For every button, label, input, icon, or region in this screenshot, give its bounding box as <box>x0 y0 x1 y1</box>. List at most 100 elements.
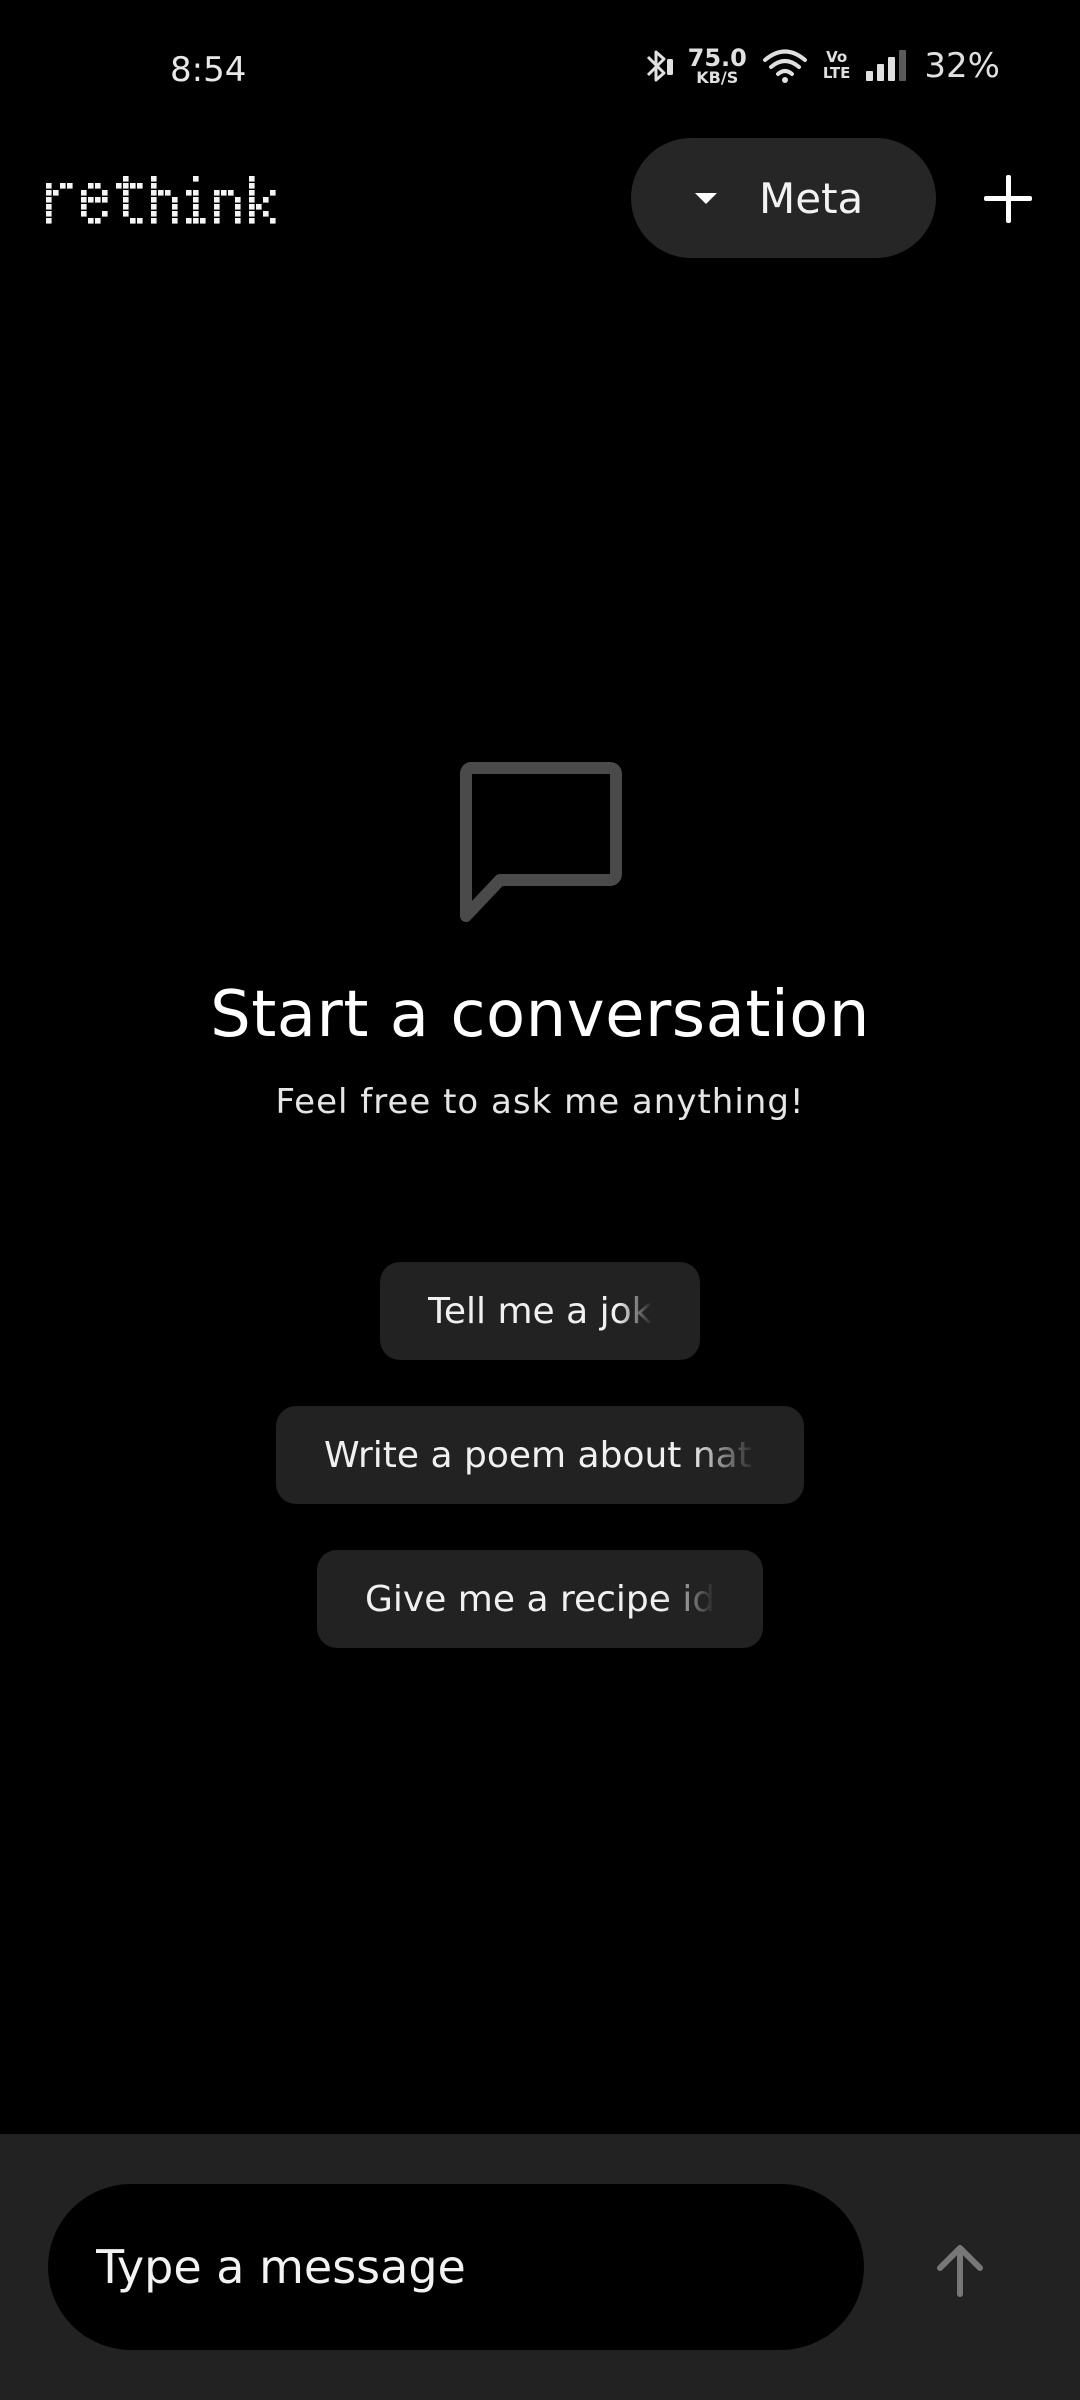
logo-dot <box>172 204 178 210</box>
model-selector[interactable]: Meta <box>631 138 936 258</box>
empty-state-subtitle: Feel free to ask me anything! <box>275 1082 805 1122</box>
logo-dot <box>235 218 241 224</box>
logo-dot <box>249 190 255 196</box>
logo-dot <box>200 218 206 224</box>
chat-bubble-icon <box>460 762 622 922</box>
logo-dot <box>214 211 220 217</box>
app-header: rethink Meta <box>0 138 1080 262</box>
logo-dot <box>130 183 136 189</box>
empty-state: Start a conversation Feel free to ask me… <box>0 760 1080 1122</box>
logo-dot <box>46 218 52 224</box>
logo-dot <box>186 218 192 224</box>
logo-dot <box>123 204 129 210</box>
logo-dot <box>88 183 94 189</box>
suggestion-chip-label: Write a poem about nature <box>324 1434 756 1476</box>
logo-dot <box>235 197 241 203</box>
logo-dot <box>249 176 255 182</box>
suggestion-chip-recipe[interactable]: Give me a recipe idea <box>317 1550 763 1648</box>
logo-dot <box>102 211 108 217</box>
logo-dot <box>165 190 171 196</box>
logo-dot <box>81 204 87 210</box>
logo-dot <box>137 183 143 189</box>
logo-dot <box>60 183 66 189</box>
logo-dot <box>270 190 276 196</box>
arrow-up-icon <box>937 2245 983 2297</box>
logo-dot <box>102 197 108 203</box>
logo-dot <box>102 190 108 196</box>
logo-dot <box>193 190 199 196</box>
logo-dot <box>235 204 241 210</box>
logo-dot <box>249 197 255 203</box>
logo-dot <box>151 190 157 196</box>
new-chat-button[interactable] <box>980 171 1036 227</box>
message-input[interactable] <box>48 2184 864 2350</box>
battery-percentage: 32% <box>924 46 1000 86</box>
logo-dot <box>46 197 52 203</box>
logo-dot <box>172 197 178 203</box>
logo-dot <box>193 204 199 210</box>
logo-dot <box>116 183 122 189</box>
logo-dot <box>193 211 199 217</box>
logo-dot <box>214 197 220 203</box>
logo-dot <box>151 197 157 203</box>
logo-dot <box>123 197 129 203</box>
logo-dot <box>88 197 94 203</box>
model-selector-label: Meta <box>759 173 864 223</box>
logo-dot <box>53 190 59 196</box>
signal-icon <box>866 50 907 81</box>
logo-dot <box>193 176 199 182</box>
logo-dot <box>137 218 143 224</box>
logo-dot <box>88 218 94 224</box>
logo-dot <box>151 204 157 210</box>
logo-dot <box>151 176 157 182</box>
logo-dot <box>123 190 129 196</box>
logo-dot <box>151 218 157 224</box>
volte-indicator: Vo LTE <box>822 49 851 82</box>
empty-state-title: Start a conversation <box>210 978 870 1052</box>
logo-dot <box>235 211 241 217</box>
logo-dot <box>81 197 87 203</box>
logo-dot <box>130 218 136 224</box>
logo-dot <box>81 211 87 217</box>
logo-dot <box>123 176 129 182</box>
status-time: 8:54 <box>170 50 247 90</box>
logo-dot <box>263 197 269 203</box>
logo-dot <box>46 204 52 210</box>
suggestion-chip-poem[interactable]: Write a poem about nature <box>276 1406 804 1504</box>
volte-bottom: LTE <box>822 64 851 82</box>
suggestion-chip-label: Tell me a joke <box>428 1290 652 1332</box>
logo-dot <box>193 218 199 224</box>
suggestion-list: Tell me a joke Write a poem about nature… <box>0 1262 1080 1648</box>
message-composer <box>0 2134 1080 2400</box>
logo-dot <box>81 190 87 196</box>
logo-dot <box>249 218 255 224</box>
suggestion-chip-label: Give me a recipe idea <box>365 1578 715 1620</box>
logo-dot <box>214 204 220 210</box>
suggestion-chip-joke[interactable]: Tell me a joke <box>380 1262 700 1360</box>
logo-dot <box>186 190 192 196</box>
logo-dot <box>256 204 262 210</box>
logo-dot <box>263 211 269 217</box>
logo-dot <box>172 218 178 224</box>
logo-dot <box>228 190 234 196</box>
logo-dot <box>46 211 52 217</box>
logo-dot <box>67 183 73 189</box>
logo-dot <box>123 183 129 189</box>
logo-dot <box>249 183 255 189</box>
rethink-logo: rethink <box>46 176 276 224</box>
logo-dot <box>46 190 52 196</box>
logo-dot <box>151 211 157 217</box>
send-button[interactable] <box>924 2234 996 2306</box>
logo-dot <box>151 183 157 189</box>
logo-dot <box>123 211 129 217</box>
logo-dot <box>221 190 227 196</box>
logo-dot <box>249 204 255 210</box>
logo-dot <box>95 197 101 203</box>
logo-dot <box>214 190 220 196</box>
network-speed-unit: KB/S <box>696 68 739 87</box>
logo-dot <box>193 197 199 203</box>
logo-dot <box>214 218 220 224</box>
logo-dot <box>46 183 52 189</box>
bluetooth-icon <box>646 50 673 82</box>
wifi-icon <box>762 49 807 83</box>
